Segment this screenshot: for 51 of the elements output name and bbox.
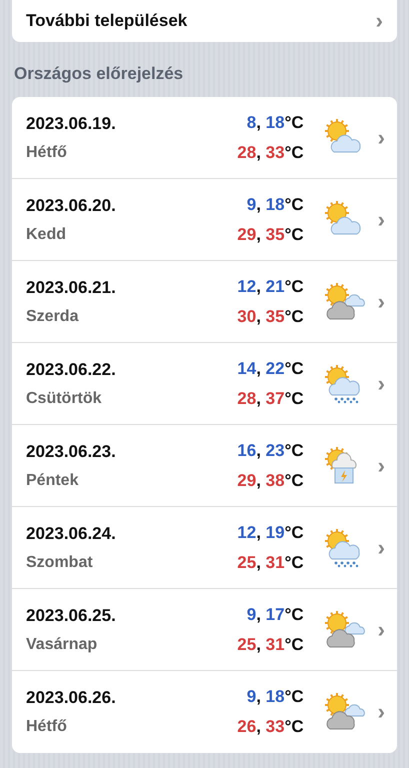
date-text: 2023.06.24. xyxy=(26,524,117,544)
low-temperature-text: 12, 19°C xyxy=(237,522,304,542)
date-text: 2023.06.25. xyxy=(26,606,117,626)
forecast-row[interactable]: 2023.06.22. Csütörtök 14, 22°C 28, 37°C › xyxy=(12,343,397,425)
chevron-icon: › xyxy=(378,290,385,312)
forecast-row[interactable]: 2023.06.20. Kedd 9, 18°C 29, 35°C › xyxy=(12,179,397,261)
low-temperature-text: 8, 18°C xyxy=(246,112,304,132)
high-temperature-text: 25, 31°C xyxy=(237,634,304,654)
chevron-icon: › xyxy=(378,701,385,723)
forecast-row[interactable]: 2023.06.21. Szerda 12, 21°C 30, 35°C › xyxy=(12,261,397,343)
low-temperature-text: 9, 17°C xyxy=(246,604,304,624)
date-text: 2023.06.19. xyxy=(26,114,117,134)
forecast-row[interactable]: 2023.06.24. Szombat 12, 19°C 25, 31°C › xyxy=(12,507,397,589)
date-text: 2023.06.20. xyxy=(26,196,117,216)
chevron-icon: › xyxy=(378,536,385,558)
weekday-text: Vasárnap xyxy=(26,636,98,654)
weekday-text: Szerda xyxy=(26,308,80,326)
date-text: 2023.06.26. xyxy=(26,688,117,708)
high-temperature-text: 30, 35°C xyxy=(237,306,304,326)
forecast-row[interactable]: 2023.06.19. Hétfő 8, 18°C 28, 33°C › xyxy=(12,97,397,179)
more-settlements-row[interactable]: További települések › xyxy=(12,0,397,42)
high-temperature-text: 29, 38°C xyxy=(237,470,304,490)
weekday-text: Péntek xyxy=(26,472,80,490)
high-temperature-text: 25, 31°C xyxy=(237,552,304,572)
date-text: 2023.06.21. xyxy=(26,278,117,298)
low-temperature-text: 9, 18°C xyxy=(246,687,304,707)
high-temperature-text: 26, 33°C xyxy=(237,717,304,737)
forecast-row[interactable]: 2023.06.25. Vasárnap 9, 17°C 25, 31°C › xyxy=(12,589,397,671)
high-temperature-text: 28, 33°C xyxy=(237,142,304,162)
date-text: 2023.06.23. xyxy=(26,442,117,462)
high-temperature-text: 29, 35°C xyxy=(237,224,304,244)
low-temperature-text: 14, 22°C xyxy=(237,358,304,378)
weekday-text: Hétfő xyxy=(26,718,68,736)
weekday-text: Szombat xyxy=(26,554,94,572)
high-temperature-text: 28, 37°C xyxy=(237,388,304,408)
chevron-icon: › xyxy=(376,10,383,32)
chevron-icon: › xyxy=(378,126,385,148)
chevron-icon: › xyxy=(378,372,385,394)
chevron-icon: › xyxy=(378,208,385,230)
chevron-icon: › xyxy=(378,618,385,640)
low-temperature-text: 9, 18°C xyxy=(246,194,304,214)
chevron-icon: › xyxy=(378,454,385,476)
weekday-text: Hétfő xyxy=(26,144,68,162)
date-text: 2023.06.22. xyxy=(26,360,117,380)
low-temperature-text: 12, 21°C xyxy=(237,276,304,296)
low-temperature-text: 16, 23°C xyxy=(237,440,304,460)
weekday-text: Kedd xyxy=(26,226,67,244)
section-title: Országos előrejelzés xyxy=(13,63,184,85)
forecast-row[interactable]: 2023.06.26. Hétfő 9, 18°C 26, 33°C › xyxy=(12,671,397,753)
weekday-text: Csütörtök xyxy=(26,390,103,408)
forecast-row[interactable]: 2023.06.23. Péntek 16, 23°C 29, 38°C › xyxy=(12,425,397,507)
